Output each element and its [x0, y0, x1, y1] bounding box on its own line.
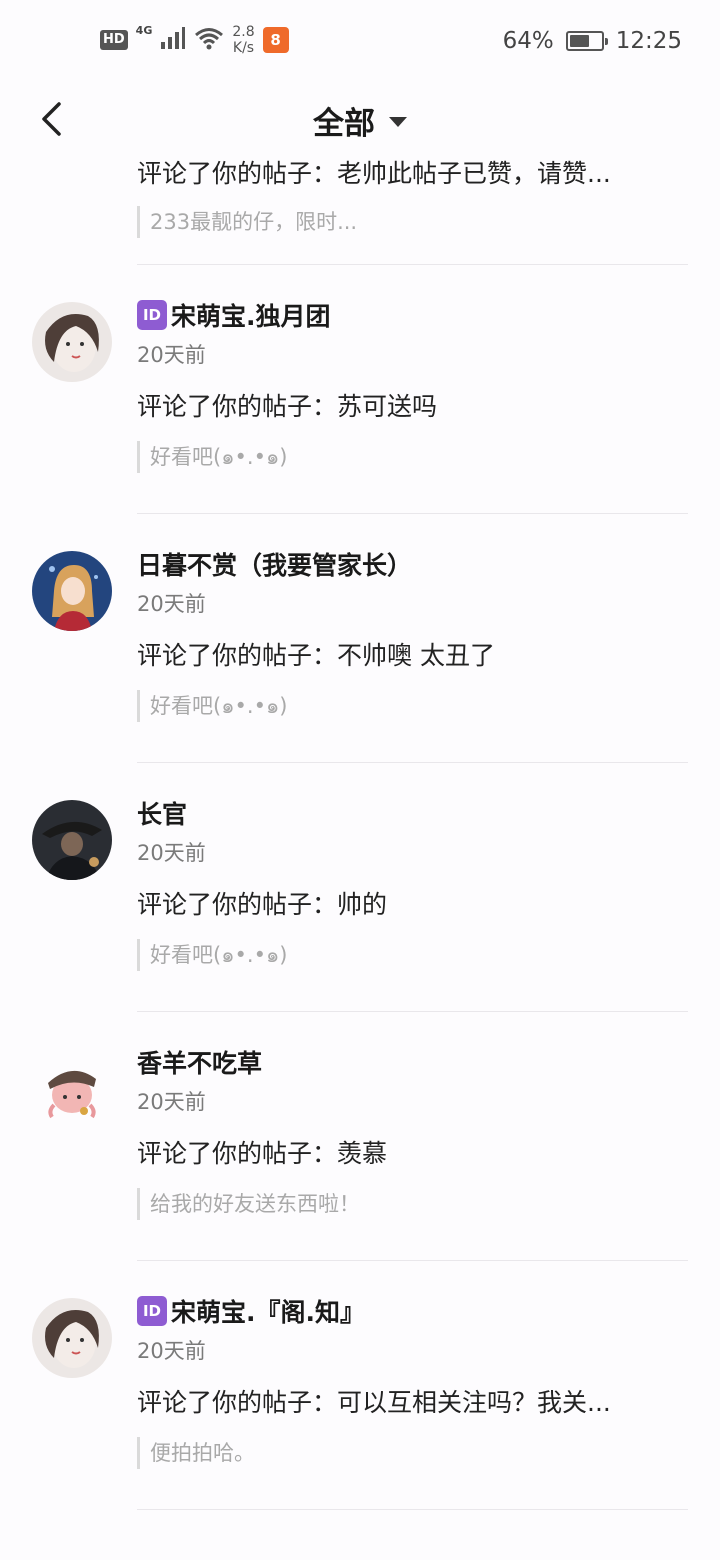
status-bar: HD 4G 2.8 K/s 8 64% 12:25	[0, 0, 720, 84]
item-body: 长官 20天前 评论了你的帖子：帅的 好看吧(๑•.•๑)	[137, 793, 688, 971]
user-name[interactable]: 日暮不赏（我要管家长）	[137, 544, 688, 584]
comment-text: 评论了你的帖子：不帅噢 太丑了	[137, 641, 495, 670]
user-name-text: 宋萌宝.独月团	[171, 302, 331, 331]
quoted-post[interactable]: 好看吧(๑•.•๑)	[137, 441, 688, 473]
item-body: 评论了你的帖子：老帅此帖子已赞，请赞... 233最靓的仔，限时...	[137, 154, 688, 238]
caret-down-icon	[389, 116, 407, 127]
hd-indicator: HD	[100, 30, 128, 50]
signal-icon	[160, 26, 186, 54]
speed-unit: K/s	[232, 40, 255, 56]
user-name-text: 长官	[137, 800, 188, 829]
status-left: HD 4G 2.8 K/s 8	[100, 24, 289, 56]
quoted-post[interactable]: 给我的好友送东西啦！	[137, 1188, 688, 1220]
battery-fill	[569, 35, 589, 47]
user-name[interactable]: 长官	[137, 793, 688, 833]
user-name[interactable]: ID 宋萌宝.『阁.知』	[137, 1291, 688, 1331]
page-title: 全部	[313, 106, 375, 142]
battery-percent: 64%	[502, 28, 554, 54]
comment-text: 评论了你的帖子：帅的	[137, 890, 388, 919]
header: 全部	[0, 84, 720, 154]
user-name[interactable]: ID 宋萌宝.独月团	[137, 295, 688, 335]
notification-list: 评论了你的帖子：老帅此帖子已赞，请赞... 233最靓的仔，限时... ID 宋…	[0, 150, 720, 1510]
user-name[interactable]: 香羊不吃草	[137, 1042, 688, 1082]
list-item[interactable]: 评论了你的帖子：老帅此帖子已赞，请赞... 233最靓的仔，限时...	[0, 150, 720, 265]
speed-value: 2.8	[232, 24, 255, 40]
item-body: ID 宋萌宝.独月团 20天前 评论了你的帖子：苏可送吗 好看吧(๑•.•๑)	[137, 295, 688, 473]
id-badge-icon: ID	[137, 1296, 167, 1326]
item-body: 日暮不赏（我要管家长） 20天前 评论了你的帖子：不帅噢 太丑了 好看吧(๑•.…	[137, 544, 688, 722]
avatar[interactable]	[32, 1049, 112, 1129]
list-item[interactable]: 日暮不赏（我要管家长） 20天前 评论了你的帖子：不帅噢 太丑了 好看吧(๑•.…	[0, 514, 720, 763]
timestamp: 20天前	[137, 343, 206, 367]
timestamp: 20天前	[137, 1339, 206, 1363]
timestamp: 20天前	[137, 1090, 206, 1114]
comment-text: 评论了你的帖子：老帅此帖子已赞，请赞...	[137, 159, 611, 188]
wifi-icon	[194, 26, 224, 54]
divider	[137, 1509, 688, 1510]
comment-text: 评论了你的帖子：可以互相关注吗？我关...	[137, 1388, 611, 1417]
timestamp: 20天前	[137, 592, 206, 616]
list-item[interactable]: 香羊不吃草 20天前 评论了你的帖子：羡慕 给我的好友送东西啦！	[0, 1012, 720, 1261]
network-speed: 2.8 K/s	[232, 24, 254, 56]
list-item[interactable]: 长官 20天前 评论了你的帖子：帅的 好看吧(๑•.•๑)	[0, 763, 720, 1012]
avatar[interactable]	[32, 1298, 112, 1378]
list-item[interactable]: ID 宋萌宝.『阁.知』 20天前 评论了你的帖子：可以互相关注吗？我关... …	[0, 1261, 720, 1510]
app-notification-icon: 8	[262, 27, 289, 53]
timestamp: 20天前	[137, 841, 206, 865]
user-name-text: 香羊不吃草	[137, 1049, 263, 1078]
avatar[interactable]	[32, 551, 112, 631]
status-right: 64% 12:25	[503, 28, 682, 54]
avatar[interactable]	[32, 302, 112, 382]
item-body: 香羊不吃草 20天前 评论了你的帖子：羡慕 给我的好友送东西啦！	[137, 1042, 688, 1220]
avatar[interactable]	[32, 800, 112, 880]
user-name-text: 日暮不赏（我要管家长）	[137, 551, 413, 580]
list-item[interactable]: ID 宋萌宝.独月团 20天前 评论了你的帖子：苏可送吗 好看吧(๑•.•๑)	[0, 265, 720, 514]
comment-text: 评论了你的帖子：苏可送吗	[137, 392, 438, 421]
item-body: ID 宋萌宝.『阁.知』 20天前 评论了你的帖子：可以互相关注吗？我关... …	[137, 1291, 688, 1469]
filter-dropdown[interactable]: 全部	[0, 98, 720, 143]
quoted-post[interactable]: 233最靓的仔，限时...	[137, 206, 688, 238]
quoted-post[interactable]: 好看吧(๑•.•๑)	[137, 939, 688, 971]
network-type: 4G	[135, 24, 153, 37]
id-badge-icon: ID	[137, 300, 167, 330]
battery-icon	[565, 31, 608, 51]
quoted-post[interactable]: 便拍拍哈。	[137, 1437, 688, 1469]
quoted-post[interactable]: 好看吧(๑•.•๑)	[137, 690, 688, 722]
comment-text: 评论了你的帖子：羡慕	[137, 1139, 388, 1168]
user-name-text: 宋萌宝.『阁.知』	[171, 1298, 365, 1327]
clock: 12:25	[615, 28, 682, 54]
